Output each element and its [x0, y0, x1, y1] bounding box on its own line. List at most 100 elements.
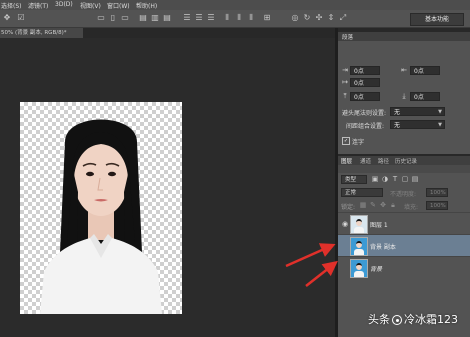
paragraph-panel-title: 段落: [342, 35, 354, 41]
align-middle-icon[interactable]: ▯: [108, 13, 118, 23]
opacity-label: 不透明度:: [390, 191, 417, 198]
blend-row: 正常 不透明度: 100%: [338, 186, 470, 199]
tab-channels[interactable]: 通道: [360, 157, 371, 165]
chevron-down-icon: ▼: [438, 109, 442, 115]
indent-right-icon: ⇤: [401, 66, 407, 74]
layer-filter-row: 类型 ▣ ◑ T ▢ ▤: [338, 173, 470, 186]
paragraph-panel: 段落 ⇥ 0点 ⇤ 0点 ↦ 0点 ⤒ 0点 ⤓ 0点 避头尾法则设置: 无 ▼ …: [338, 32, 470, 154]
3d-pan-icon[interactable]: ✣: [314, 13, 324, 23]
lock-row: 锁定: ▦ ✎ ✥ 🔒︎ 填充: 100%: [338, 199, 470, 212]
watermark: 头条 冷冰霜123: [368, 311, 458, 327]
thumbnail-body: [354, 227, 364, 233]
watermark-user: 冷冰霜123: [404, 313, 458, 326]
distribute-middle-icon[interactable]: ☰: [194, 13, 204, 23]
layer-name[interactable]: 背景: [370, 264, 382, 273]
layers-subheader: [338, 165, 470, 173]
lock-position-icon[interactable]: ✥: [378, 200, 388, 210]
menu-view[interactable]: 视图(V): [80, 1, 101, 10]
layer-name[interactable]: 图层 1: [370, 220, 388, 229]
indent-first-line-field[interactable]: 0点: [350, 78, 380, 87]
tab-paths[interactable]: 路径: [378, 157, 389, 165]
lock-image-icon[interactable]: ✎: [368, 200, 378, 210]
distribute-top-icon[interactable]: ☰: [182, 13, 192, 23]
layer-thumbnail: [350, 237, 368, 256]
punctuation-rule-dropdown[interactable]: 无 ▼: [390, 107, 445, 116]
spacing-combo-dropdown[interactable]: 无 ▼: [390, 120, 445, 129]
thumbnail-body: [354, 271, 364, 277]
blend-mode-dropdown[interactable]: 正常: [341, 188, 383, 197]
menu-filter[interactable]: 滤镜(T): [28, 1, 48, 10]
filter-adjust-icon[interactable]: ◑: [380, 174, 390, 184]
space-after-icon: ⤓: [402, 92, 406, 100]
document-photo[interactable]: [20, 102, 182, 314]
indent-left-field[interactable]: 0点: [350, 66, 380, 75]
distribute-right-icon[interactable]: ⫴: [246, 13, 256, 23]
layers-panel: 图层 通道 路径 历史记录 类型 ▣ ◑ T ▢ ▤ 正常 不透明度: 100%…: [338, 156, 470, 337]
menu-select[interactable]: 选择(S): [1, 1, 22, 10]
layers-panel-tabs: 图层 通道 路径 历史记录: [338, 156, 470, 165]
align-bottom-icon[interactable]: ▭: [120, 13, 130, 23]
paragraph-panel-tab[interactable]: 段落: [338, 32, 470, 41]
menu-3d[interactable]: 3D(D): [55, 1, 73, 8]
lock-all-icon[interactable]: 🔒︎: [388, 200, 398, 210]
layer-kind-filter[interactable]: 类型: [341, 175, 367, 184]
visibility-toggle-off[interactable]: [340, 263, 350, 273]
lock-transparency-icon[interactable]: ▦: [358, 200, 368, 210]
tab-history[interactable]: 历史记录: [395, 157, 417, 165]
checkbox-icon[interactable]: ☑: [16, 13, 26, 23]
menu-help[interactable]: 帮助(H): [136, 1, 157, 10]
punctuation-rule-value: 无: [394, 109, 401, 116]
punctuation-rule-label: 避头尾法则设置:: [342, 110, 387, 117]
opacity-field[interactable]: 100%: [426, 188, 448, 197]
watermark-prefix: 头条: [368, 313, 390, 326]
layer-thumbnail: [350, 259, 368, 278]
filter-shape-icon[interactable]: ▢: [400, 174, 410, 184]
layer-row-layer-1[interactable]: ◉ 图层 1: [338, 212, 470, 234]
fill-field[interactable]: 100%: [426, 201, 448, 210]
align-top-icon[interactable]: ▭: [96, 13, 106, 23]
indent-right-field[interactable]: 0点: [410, 66, 440, 75]
document-tab[interactable]: 50% (背景 副本, RGB/8)*: [0, 28, 83, 38]
lock-label: 锁定:: [341, 204, 356, 211]
tab-layers[interactable]: 图层: [341, 157, 352, 165]
workspace-switcher-button[interactable]: 基本功能: [410, 13, 464, 26]
spacing-combo-label: 间距组合设置:: [346, 123, 385, 130]
space-before-field[interactable]: 0点: [350, 92, 380, 101]
layer-name[interactable]: 背景 副本: [370, 242, 396, 251]
distribute-center-icon[interactable]: ⫴: [234, 13, 244, 23]
filter-smart-icon[interactable]: ▤: [410, 174, 420, 184]
thumbnail-body: [354, 249, 364, 255]
distribute-left-icon[interactable]: ⫴: [222, 13, 232, 23]
spacing-combo-value: 无: [394, 122, 401, 129]
3d-slide-icon[interactable]: ⇕: [326, 13, 336, 23]
menu-bar: 选择(S) 滤镜(T) 3D(D) 视图(V) 窗口(W) 帮助(H): [0, 0, 470, 10]
eye-icon[interactable]: ◉: [340, 219, 350, 229]
align-center-icon[interactable]: ▥: [150, 13, 160, 23]
auto-align-icon[interactable]: ⊞: [262, 13, 272, 23]
hyphenate-checkbox[interactable]: ✓: [342, 137, 350, 145]
space-before-icon: ⤒: [343, 92, 347, 100]
layer-row-background[interactable]: 背景: [338, 256, 470, 278]
3d-scale-icon[interactable]: ⤢: [338, 13, 348, 23]
space-after-field[interactable]: 0点: [410, 92, 440, 101]
align-right-icon[interactable]: ▤: [162, 13, 172, 23]
move-tool-icon[interactable]: ✥: [2, 13, 12, 23]
distribute-bottom-icon[interactable]: ☰: [206, 13, 216, 23]
3d-rotate-icon[interactable]: ↻: [302, 13, 312, 23]
indent-first-line-icon: ↦: [342, 78, 348, 86]
align-left-icon[interactable]: ▤: [138, 13, 148, 23]
thumbnail-head: [356, 263, 362, 270]
indent-left-icon: ⇥: [342, 66, 348, 74]
menu-window[interactable]: 窗口(W): [107, 1, 130, 10]
filter-pixel-icon[interactable]: ▣: [370, 174, 380, 184]
filter-type-icon[interactable]: T: [390, 174, 400, 184]
layer-thumbnail: [350, 215, 368, 234]
fill-label: 填充:: [404, 204, 419, 211]
options-bar: ✥ ☑ ▭ ▯ ▭ ▤ ▥ ▤ ☰ ☰ ☰ ⫴ ⫴ ⫴ ⊞ ◎ ↻ ✣ ⇕ ⤢ …: [0, 10, 470, 28]
layer-row-background-copy[interactable]: 背景 副本: [338, 234, 470, 256]
portrait-illustration: [40, 119, 162, 314]
at-icon: [392, 315, 402, 325]
3d-mode-icon[interactable]: ◎: [290, 13, 300, 23]
visibility-toggle-off[interactable]: [340, 241, 350, 251]
chevron-down-icon: ▼: [438, 122, 442, 128]
